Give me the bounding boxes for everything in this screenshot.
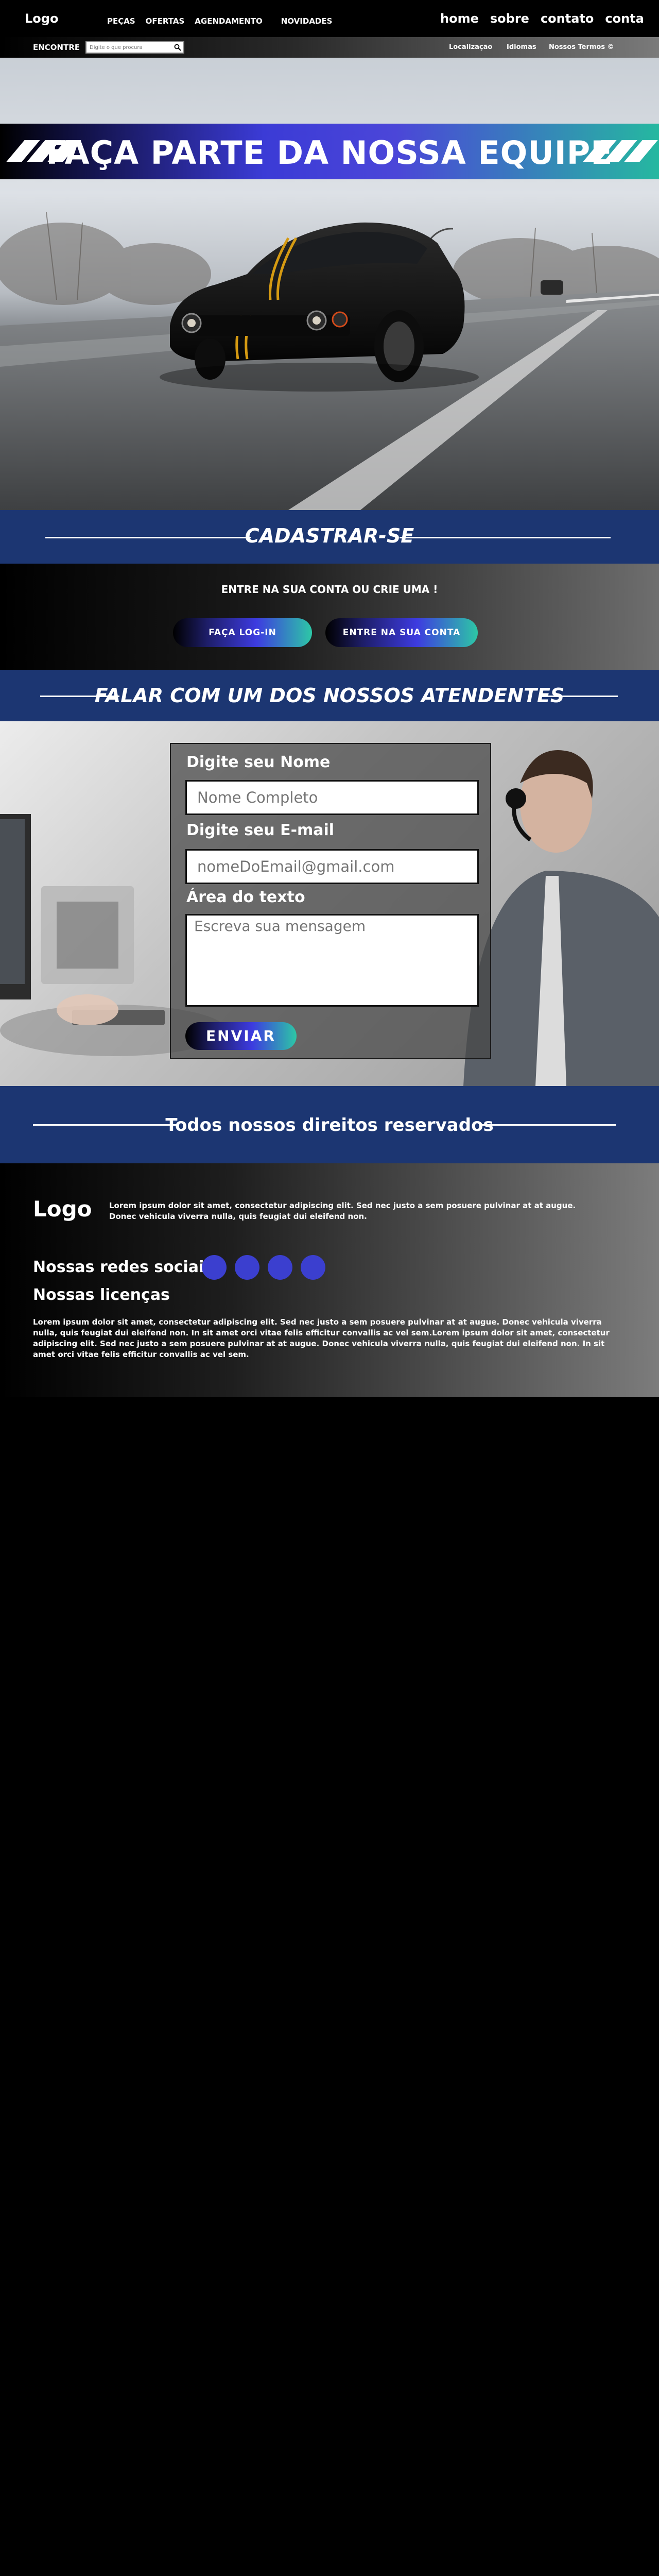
social-icon[interactable] [235, 1255, 259, 1280]
signup-question: ENTRE NA SUA CONTA OU CRIE UMA ! [221, 583, 438, 596]
nav-link-pecas[interactable]: PEÇAS [107, 16, 135, 26]
top-navbar: Logo PEÇAS OFERTAS AGENDAMENTO NOVIDADES… [0, 0, 659, 37]
localizacao-link[interactable]: Localização [449, 43, 492, 51]
licenses-text: Lorem ipsum dolor sit amet, consectetur … [33, 1317, 610, 1359]
search-bar-strip: ENCONTRE Localização Idiomas Nossos Term… [0, 37, 659, 58]
find-label: ENCONTRE [33, 43, 80, 52]
nav-link-home[interactable]: home [440, 11, 479, 26]
search-box [85, 41, 184, 54]
social-icon[interactable] [301, 1255, 325, 1280]
site-logo[interactable]: Logo [25, 11, 58, 26]
signup-heading-band: CADASTRAR-SE [0, 510, 659, 564]
contact-heading-band: FALAR COM UM DOS NOSSOS ATENDENTES [0, 670, 659, 721]
search-icon[interactable] [174, 44, 181, 51]
hero-section: FAÇA PARTE DA NOSSA EQUIPE [0, 58, 659, 510]
footer-intro: Lorem ipsum dolor sit amet, consectetur … [109, 1201, 576, 1221]
email-input[interactable] [185, 849, 479, 884]
signup-section: ENTRE NA SUA CONTA OU CRIE UMA ! FAÇA LO… [0, 564, 659, 670]
terms-link[interactable]: Nossos Termos © [549, 43, 614, 51]
name-input[interactable] [185, 780, 479, 815]
name-label: Digite seu Nome [186, 753, 331, 771]
idiomas-link[interactable]: Idiomas [507, 43, 536, 51]
footer-logo[interactable]: Logo [33, 1196, 92, 1222]
login-button[interactable]: FAÇA LOG-IN [173, 618, 312, 647]
nav-link-ofertas[interactable]: OFERTAS [146, 16, 185, 26]
send-button[interactable]: ENVIAR [185, 1022, 297, 1050]
nav-link-conta[interactable]: conta [605, 11, 644, 26]
email-label: Digite seu E-mail [186, 821, 335, 839]
search-input[interactable] [90, 44, 172, 50]
primary-nav: PEÇAS OFERTAS AGENDAMENTO NOVIDADES [107, 16, 342, 26]
signup-heading: CADASTRAR-SE [245, 524, 414, 547]
secondary-nav: home sobre contato conta [440, 11, 655, 26]
message-label: Área do texto [186, 888, 305, 906]
enter-account-button[interactable]: ENTRE NA SUA CONTA [325, 618, 478, 647]
nav-link-novidades[interactable]: NOVIDADES [281, 16, 333, 26]
nav-link-agendamento[interactable]: AGENDAMENTO [195, 16, 263, 26]
social-icon[interactable] [268, 1255, 292, 1280]
licenses-heading: Nossas licenças [33, 1286, 170, 1304]
social-heading: Nossas redes sociais [33, 1258, 214, 1276]
contact-section: Digite seu Nome Digite seu E-mail Área d… [0, 721, 659, 1086]
rights-band: Todos nossos direitos reservados [0, 1086, 659, 1163]
nav-link-contato[interactable]: contato [541, 11, 594, 26]
nav-link-sobre[interactable]: sobre [490, 11, 529, 26]
message-textarea[interactable] [185, 914, 479, 1007]
social-icon[interactable] [202, 1255, 227, 1280]
footer: Logo Lorem ipsum dolor sit amet, consect… [0, 1163, 659, 1397]
hero-title: FAÇA PARTE DA NOSSA EQUIPE [46, 134, 613, 172]
hero-banner: FAÇA PARTE DA NOSSA EQUIPE [0, 124, 659, 179]
banner-stripes-right [583, 140, 658, 162]
contact-form: Digite seu Nome Digite seu E-mail Área d… [170, 743, 491, 1059]
